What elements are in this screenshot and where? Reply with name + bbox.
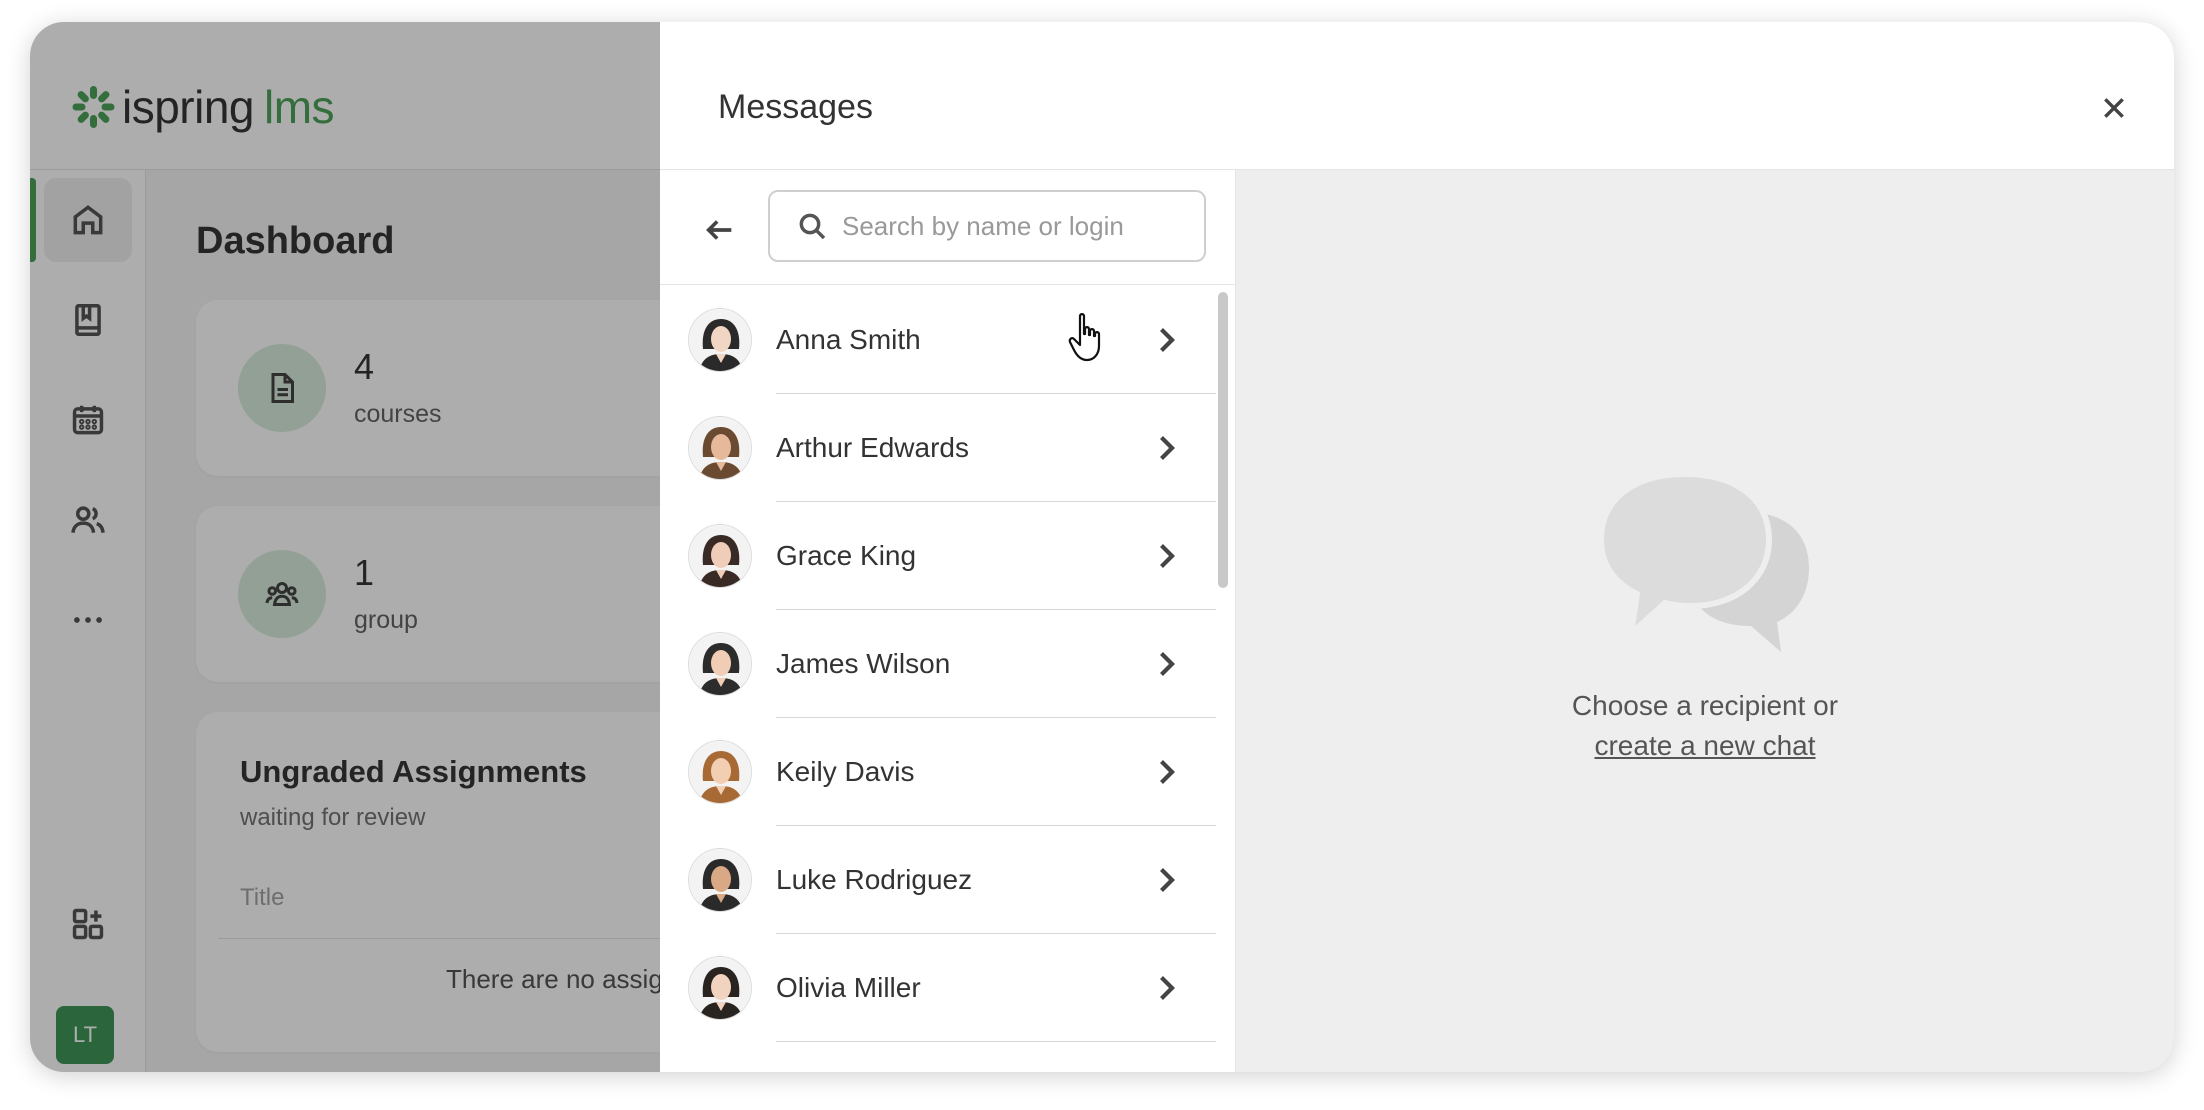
search-box[interactable]: [768, 190, 1206, 262]
chevron-right-icon: [1148, 862, 1184, 898]
contact-list-pane: Anna Smith Arthur Edwards Grace King James …: [660, 170, 1236, 1072]
chat-bubbles-icon: [1597, 470, 1809, 652]
contact-name: Keily Davis: [776, 756, 915, 787]
search-icon: [799, 213, 826, 240]
divider: [660, 284, 1236, 285]
contact-row[interactable]: Keily Davis: [660, 718, 1236, 826]
chevron-right-icon: [1148, 646, 1184, 682]
contact-row[interactable]: Luke Rodriguez: [660, 826, 1236, 934]
hand-cursor-icon: [1068, 313, 1101, 362]
contact-name: Luke Rodriguez: [776, 864, 973, 895]
panel-header: Messages: [660, 22, 2174, 170]
chat-pane: Choose a recipient or create a new chat: [1236, 170, 2174, 1072]
arrow-left-icon: [706, 220, 732, 240]
contact-avatar: [688, 632, 752, 696]
contact-avatar: [688, 308, 752, 372]
contact-name: Olivia Miller: [776, 972, 921, 1003]
panel-title: Messages: [718, 88, 873, 126]
empty-chat-state: Choose a recipient or create a new chat: [1236, 470, 2174, 762]
contact-row[interactable]: Olivia Miller: [660, 934, 1236, 1042]
contact-row[interactable]: Anna Smith: [660, 286, 1236, 394]
contact-name: Arthur Edwards: [776, 432, 969, 463]
contact-row[interactable]: Arthur Edwards: [660, 394, 1236, 502]
chevron-right-icon: [1148, 430, 1184, 466]
back-button[interactable]: [698, 208, 742, 252]
contact-list: Anna Smith Arthur Edwards Grace King James …: [660, 286, 1236, 1042]
row-divider: [776, 1041, 1216, 1042]
empty-state-text: Choose a recipient or: [1571, 690, 1839, 721]
contact-name: James Wilson: [776, 648, 951, 679]
contact-avatar: [688, 740, 752, 804]
contact-row[interactable]: Grace King: [660, 502, 1236, 610]
contact-avatar: [688, 524, 752, 588]
chevron-right-icon: [1148, 970, 1184, 1006]
search-input[interactable]: [842, 210, 1172, 242]
chevron-right-icon: [1148, 322, 1184, 358]
app-window: ispring lms LT Dashboard 4 courses 1 gro…: [30, 22, 2174, 1072]
chevron-right-icon: [1148, 754, 1184, 790]
messages-panel: Messages Anna Smith Arthur Edwards Grace K…: [660, 22, 2174, 1072]
chevron-right-icon: [1148, 538, 1184, 574]
contact-row[interactable]: James Wilson: [660, 610, 1236, 718]
contact-name: Grace King: [776, 540, 917, 571]
close-button[interactable]: [2094, 88, 2134, 128]
contact-name: Anna Smith: [776, 324, 921, 355]
create-new-chat-link[interactable]: create a new chat: [1594, 730, 1815, 762]
close-icon: [2104, 98, 2124, 118]
contact-avatar: [688, 848, 752, 912]
contact-avatar: [688, 956, 752, 1020]
contact-avatar: [688, 416, 752, 480]
